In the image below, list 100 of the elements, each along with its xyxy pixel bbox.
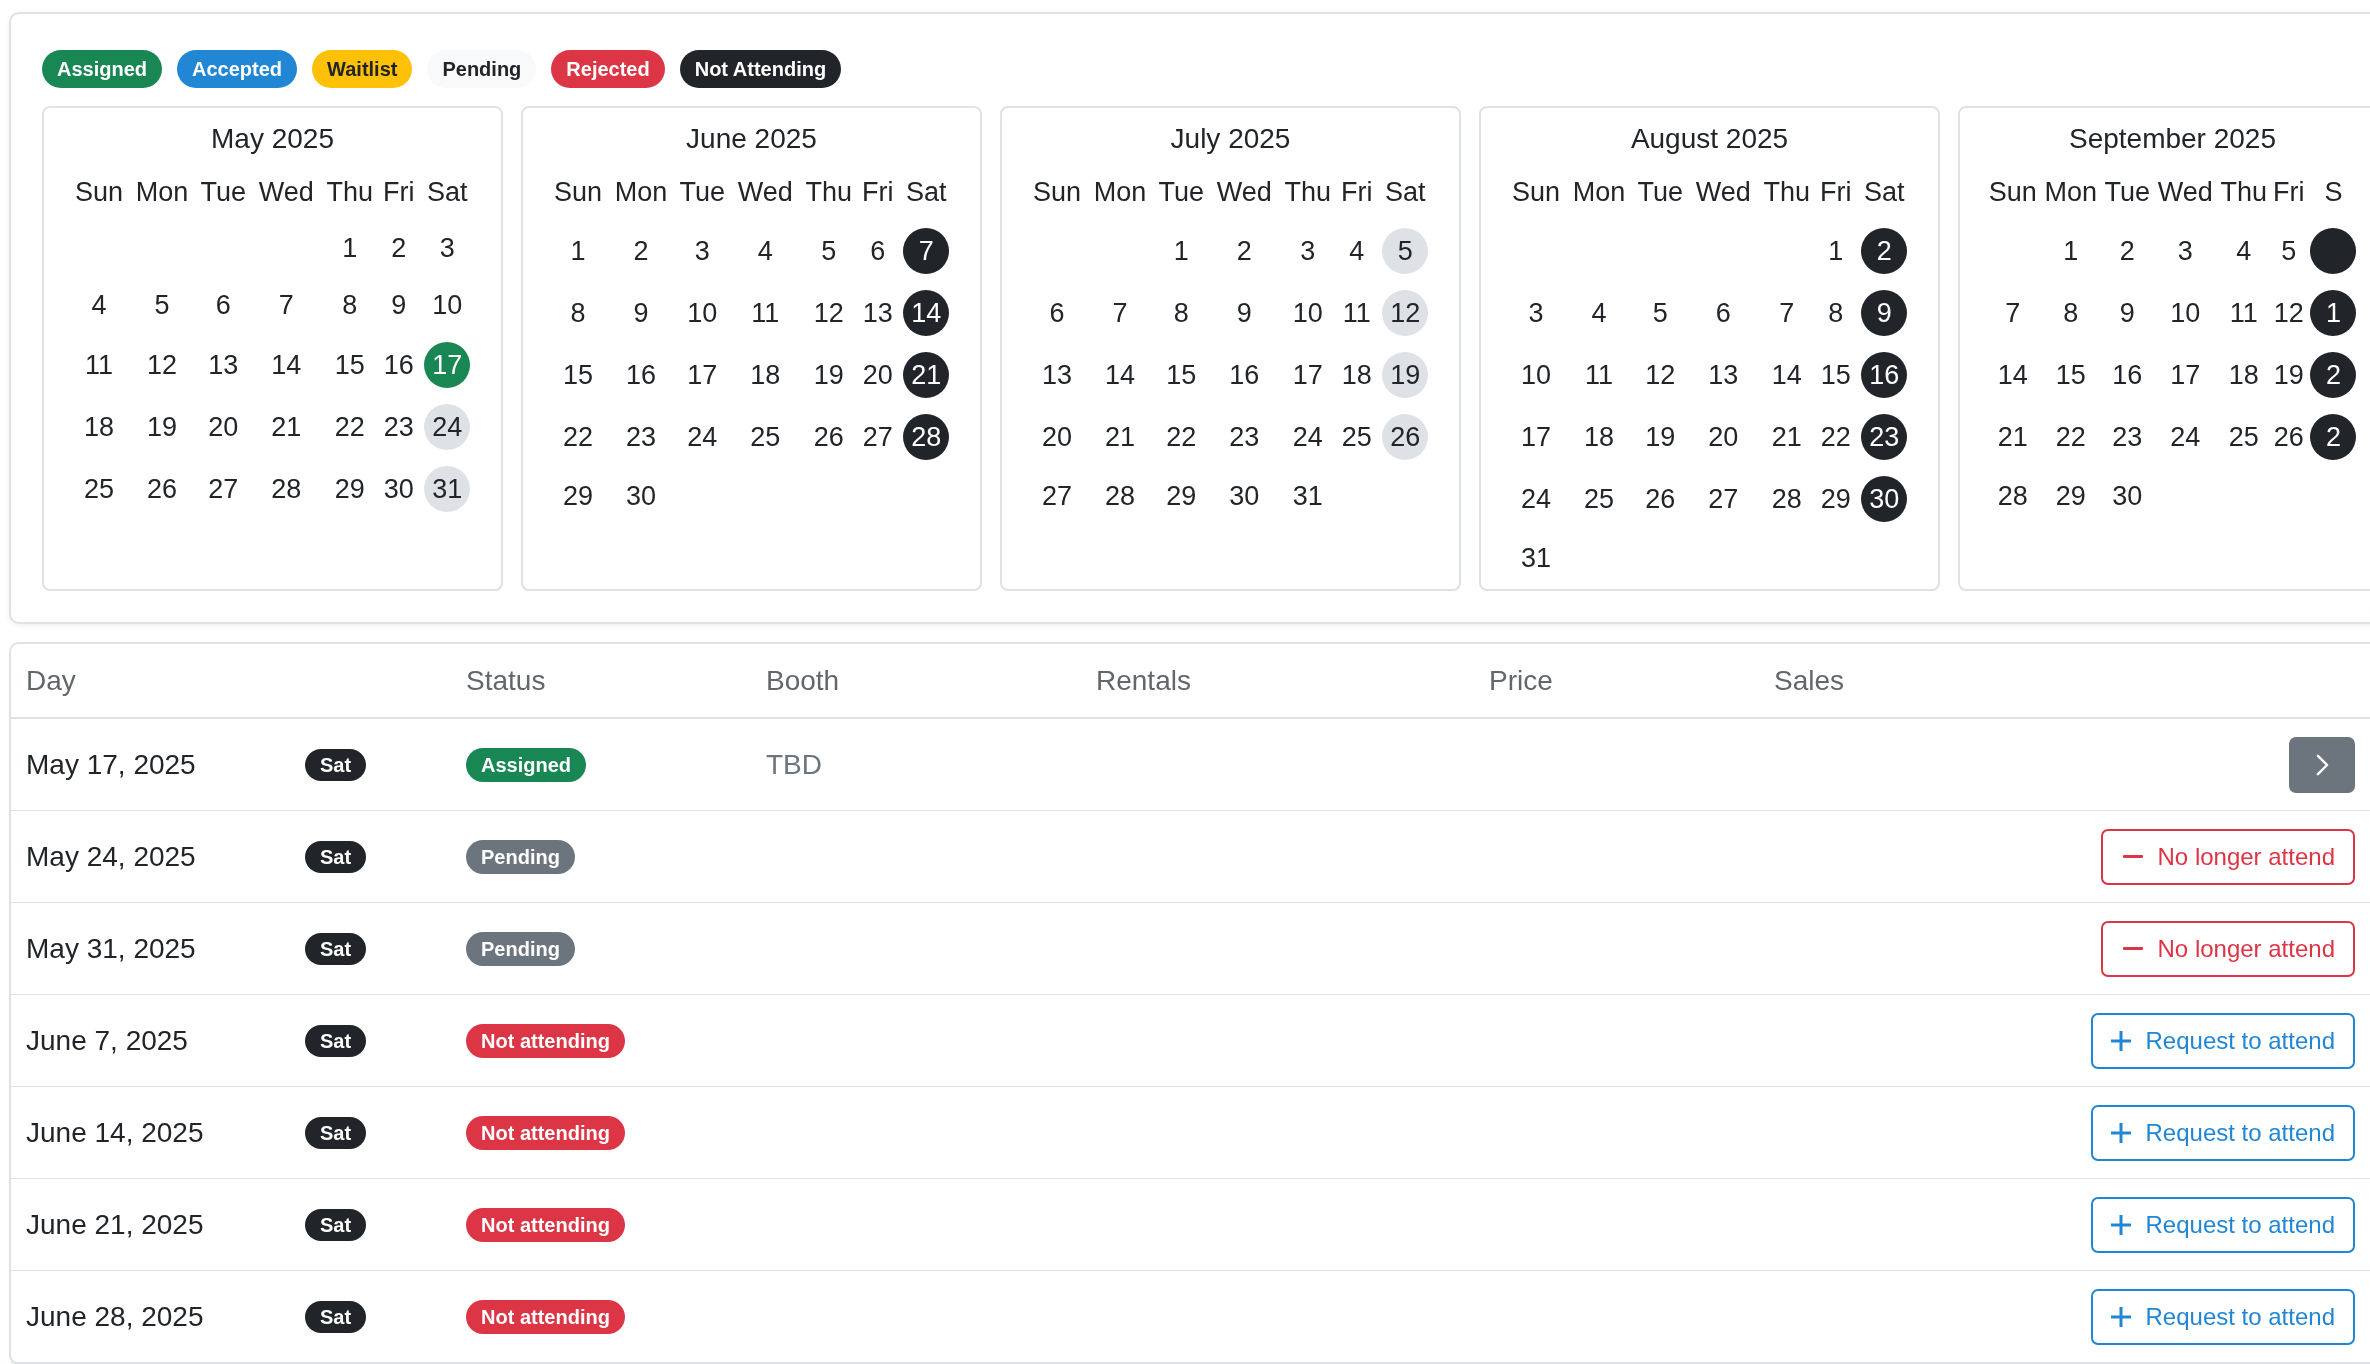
calendar-date: 15 [563, 358, 594, 392]
weekday-label: Tue [2104, 176, 2150, 209]
calendar-date: 11 [85, 348, 114, 382]
marked-date: 26 [1382, 414, 1429, 460]
calendar-date: 20 [862, 358, 893, 392]
calendar-date: 24 [1292, 420, 1323, 454]
date-text: June 21, 2025 [26, 1208, 204, 1241]
month-title: June 2025 [686, 122, 817, 156]
calendar-date: 15 [1166, 358, 1197, 392]
column-header: Day [26, 664, 76, 696]
month-title: May 2025 [211, 122, 334, 156]
calendar-date: 22 [1166, 420, 1197, 454]
calendar-date: 19 [2273, 358, 2304, 392]
column-header: Booth [766, 664, 840, 696]
calendar-date: 6 [215, 289, 231, 322]
column-header: Sales [1774, 664, 1845, 696]
marked-date: 7 [903, 228, 950, 274]
weekday-label: Fri [861, 176, 894, 209]
calendar-date: 7 [1112, 296, 1128, 330]
calendar-date: 31 [1521, 542, 1552, 575]
calendar-date: 28 [1104, 480, 1135, 513]
calendar-date: 8 [2063, 296, 2079, 330]
calendar-date: 11 [1585, 358, 1613, 392]
calendar-date: 23 [1229, 420, 1260, 454]
calendar-date: 18 [1583, 420, 1614, 454]
calendar-date: 23 [625, 420, 656, 454]
calendar-date: 25 [750, 420, 781, 454]
marked-date: 12 [1382, 290, 1429, 336]
weekday-label: Thu [1284, 176, 1332, 209]
calendar-date: 12 [146, 348, 177, 382]
month-title: August 2025 [1630, 122, 1789, 156]
plus-icon [2110, 1306, 2131, 1327]
calendar-date: 27 [208, 472, 239, 506]
calendar-date: 12 [2273, 296, 2304, 330]
weekday-badge: Sat [305, 840, 367, 873]
calendar-date: 2 [2119, 234, 2135, 268]
calendar-date: 16 [1229, 358, 1260, 392]
status-badge: Not attending [466, 1023, 625, 1058]
calendar-date: 2 [1236, 234, 1252, 268]
calendar-date: 14 [1771, 358, 1802, 392]
weekday-label: Mon [614, 176, 668, 209]
calendar-date: 25 [1583, 482, 1614, 516]
calendar-date: 24 [1521, 482, 1552, 516]
weekday-label: Sun [554, 176, 603, 209]
plus-icon [2110, 1122, 2131, 1143]
marked-date: 24 [424, 404, 471, 450]
column-header: Status [466, 664, 546, 696]
calendar-date: 29 [1820, 482, 1851, 516]
weekday-label: Wed [737, 176, 793, 209]
calendar-date: 26 [146, 472, 177, 506]
status-badge: Not attending [466, 1115, 625, 1150]
marked-date: 2 [2310, 414, 2357, 460]
date-text: May 17, 2025 [26, 748, 196, 781]
calendar-date: 12 [1645, 358, 1676, 392]
calendar-date: 3 [1300, 234, 1316, 268]
chevron-right-icon [2315, 753, 2329, 776]
calendar-date: 14 [271, 348, 302, 382]
calendar-date: 10 [1521, 358, 1552, 392]
calendar-date: 13 [1708, 358, 1739, 392]
calendar-date: 30 [2112, 480, 2143, 513]
request-button[interactable]: Request to attend [2090, 1196, 2355, 1253]
calendar-date: 24 [687, 420, 718, 454]
calendar-date: 7 [2005, 296, 2021, 330]
calendar-date: 22 [563, 420, 594, 454]
column-header: Price [1489, 664, 1553, 696]
calendar-date: 10 [432, 289, 463, 322]
marked-date: 14 [903, 290, 950, 336]
calendar-date: 3 [2177, 234, 2193, 268]
weekday-badge: Sat [305, 1024, 367, 1057]
calendar-date: 19 [146, 410, 177, 444]
calendar-date: 19 [813, 358, 844, 392]
calendar-date: 22 [334, 410, 365, 444]
request-button[interactable]: Request to attend [2090, 1012, 2355, 1069]
weekday-label: Tue [1158, 176, 1205, 209]
withdraw-button[interactable]: No longer attend [2100, 920, 2355, 977]
status-badge: Pending [466, 839, 575, 874]
calendar-date: 4 [1349, 234, 1365, 268]
weekday-label: Thu [326, 176, 374, 209]
marked-date: 2 [1861, 228, 1908, 274]
status-badge: Assigned [466, 747, 587, 782]
calendar-date: 29 [334, 472, 365, 506]
calendar-date: 5 [821, 234, 837, 268]
weekday-label: Wed [258, 176, 314, 209]
request-button[interactable]: Request to attend [2090, 1104, 2355, 1161]
weekday-label: Sun [1988, 176, 2037, 209]
weekday-label: S [2324, 176, 2343, 209]
request-button[interactable]: Request to attend [2090, 1288, 2355, 1345]
weekday-label: Sun [1033, 176, 1082, 209]
calendar-date: 27 [1042, 480, 1073, 513]
calendar-date: 12 [813, 296, 844, 330]
calendar-date: 10 [1292, 296, 1323, 330]
calendar-date: 27 [862, 420, 893, 454]
marked-date: 19 [1382, 352, 1429, 398]
plus-icon [2110, 1214, 2131, 1235]
calendar-date: 9 [391, 289, 407, 322]
calendar-date: 6 [1049, 296, 1065, 330]
withdraw-button[interactable]: No longer attend [2100, 828, 2355, 885]
open-button[interactable] [2289, 736, 2355, 793]
calendar-date: 9 [633, 296, 649, 330]
calendar-date: 31 [1292, 480, 1323, 513]
